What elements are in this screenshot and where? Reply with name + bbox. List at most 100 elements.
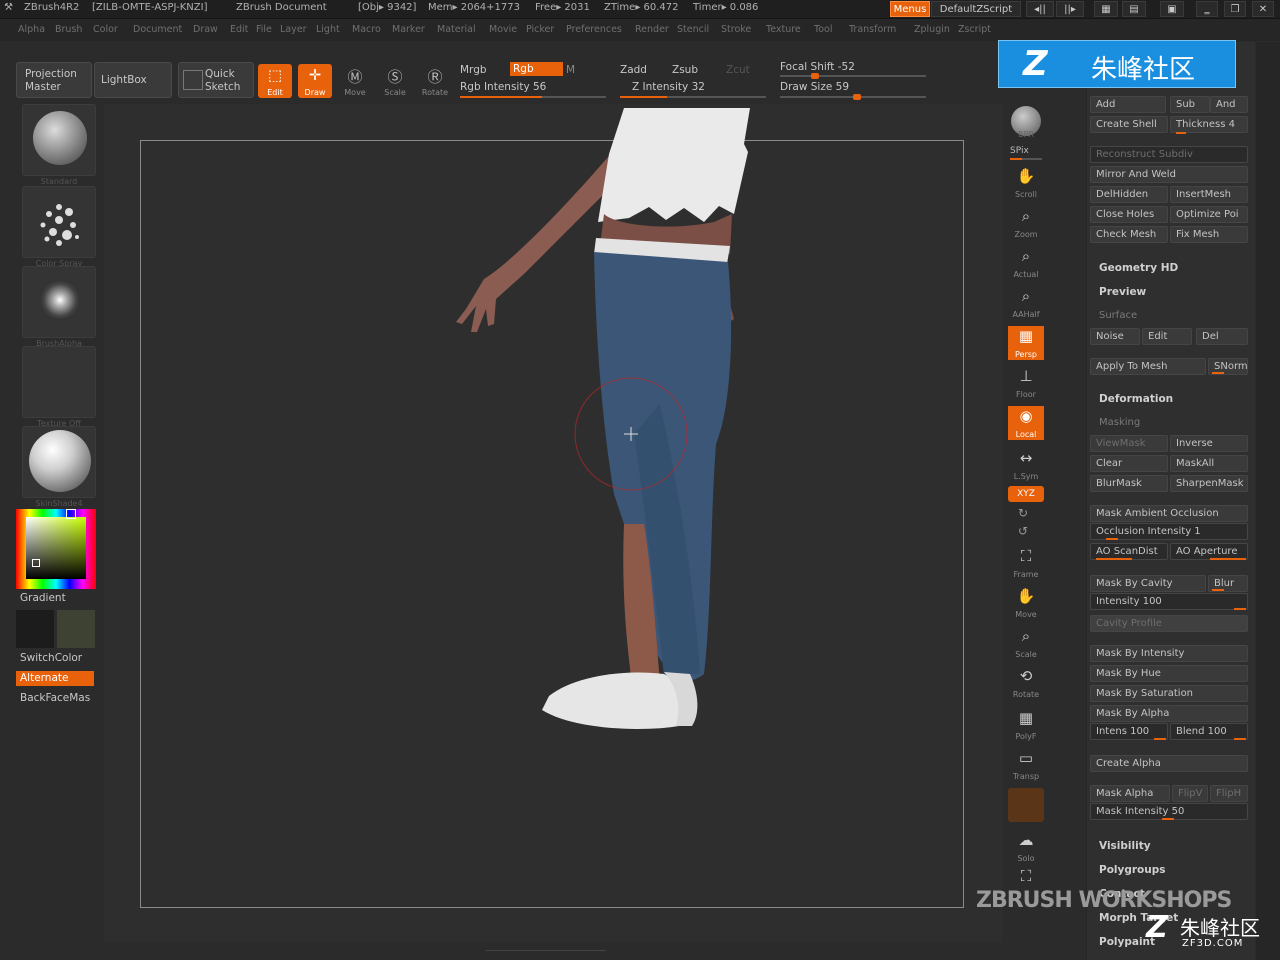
menu-picker[interactable]: Picker xyxy=(526,24,554,35)
geometry-hd-section[interactable]: Geometry HD xyxy=(1099,262,1178,274)
solo-button[interactable]: ☁ Solo xyxy=(1008,830,1044,864)
mask-by-hue-button[interactable]: Mask By Hue xyxy=(1090,665,1248,682)
menu-layer[interactable]: Layer xyxy=(280,24,307,35)
menu-alpha[interactable]: Alpha xyxy=(18,24,45,35)
menus-button[interactable]: Menus xyxy=(890,1,930,17)
switchcolor-button[interactable]: SwitchColor xyxy=(20,652,82,664)
polygroups-section[interactable]: Polygroups xyxy=(1099,864,1166,876)
transp-button[interactable]: ▭ Transp xyxy=(1008,748,1044,782)
menu-preferences[interactable]: Preferences xyxy=(566,24,622,35)
noise-edit-button[interactable]: Edit xyxy=(1142,328,1192,345)
material-thumbnail[interactable]: SkinShade4 xyxy=(22,426,96,508)
thickness-slider[interactable]: Thickness 4 xyxy=(1170,116,1248,133)
focal-shift-slider[interactable] xyxy=(780,73,926,79)
alternate-button[interactable]: Alternate xyxy=(16,671,94,686)
reconstruct-subdiv-button[interactable]: Reconstruct Subdiv xyxy=(1090,146,1248,163)
fix-mesh-button[interactable]: Fix Mesh xyxy=(1170,226,1248,243)
preview-section[interactable]: Preview xyxy=(1099,286,1146,298)
sub-button[interactable]: Sub xyxy=(1170,96,1210,113)
stroke-thumbnail[interactable]: Color Spray xyxy=(22,186,96,268)
menu-color[interactable]: Color xyxy=(93,24,118,35)
restore-icon[interactable]: ❐ xyxy=(1224,1,1246,17)
mask-alpha-button[interactable]: Mask Alpha xyxy=(1090,785,1170,802)
mask-by-alpha-button[interactable]: Mask By Alpha xyxy=(1090,705,1248,722)
maskall-button[interactable]: MaskAll xyxy=(1170,455,1248,472)
insertmesh-button[interactable]: InsertMesh xyxy=(1170,186,1248,203)
zcut-button[interactable]: Zcut xyxy=(726,64,750,76)
close-holes-button[interactable]: Close Holes xyxy=(1090,206,1168,223)
texture-thumbnail[interactable]: Texture Off xyxy=(22,346,96,428)
secondary-color-marker[interactable] xyxy=(32,559,40,567)
draw-size-knob[interactable] xyxy=(853,94,862,100)
menu-draw[interactable]: Draw xyxy=(193,24,218,35)
move-button[interactable]: Ⓜ Move xyxy=(338,64,372,98)
mirror-and-weld-button[interactable]: Mirror And Weld xyxy=(1090,166,1248,183)
rgb-button[interactable]: Rgb xyxy=(510,62,563,76)
color-picker-marker[interactable] xyxy=(66,509,76,519)
create-shell-button[interactable]: Create Shell xyxy=(1090,116,1168,133)
ghost-button[interactable] xyxy=(1008,788,1044,822)
menu-movie[interactable]: Movie xyxy=(489,24,517,35)
floor-button[interactable]: ⊥ Floor xyxy=(1008,366,1044,400)
rotate-z-icon[interactable]: ↺ xyxy=(1018,524,1028,538)
menu-light[interactable]: Light xyxy=(316,24,340,35)
flip-v-button[interactable]: FlipV xyxy=(1172,785,1208,802)
scale-view-button[interactable]: ⌕ Scale xyxy=(1008,626,1044,660)
menu-stroke[interactable]: Stroke xyxy=(721,24,751,35)
zadd-button[interactable]: Zadd xyxy=(620,64,647,76)
focal-shift-knob[interactable] xyxy=(811,73,820,79)
default-zscript-button[interactable]: DefaultZScript xyxy=(931,1,1021,17)
color-picker-hue-ring[interactable] xyxy=(16,509,96,589)
menu-marker[interactable]: Marker xyxy=(392,24,425,35)
rgb-intensity-slider[interactable] xyxy=(460,96,606,98)
and-button[interactable]: And xyxy=(1210,96,1248,113)
lightbox-button[interactable]: LightBox xyxy=(94,62,172,98)
surface-section[interactable]: Surface xyxy=(1099,310,1137,321)
canvas-scroll-handle[interactable] xyxy=(486,950,606,957)
layout-icon[interactable]: ▦ xyxy=(1094,1,1118,17)
menu-render[interactable]: Render xyxy=(635,24,669,35)
visibility-section[interactable]: Visibility xyxy=(1099,840,1151,852)
deformation-section[interactable]: Deformation xyxy=(1099,393,1173,405)
secondary-color-swatch[interactable] xyxy=(57,610,95,648)
prev-icon[interactable]: ◂|| xyxy=(1026,1,1054,17)
scale-button[interactable]: Ⓢ Scale xyxy=(378,64,412,98)
viewmask-button[interactable]: ViewMask xyxy=(1090,435,1168,452)
menu-file[interactable]: File xyxy=(256,24,272,35)
add-button[interactable]: Add xyxy=(1090,96,1166,113)
apply-to-mesh-button[interactable]: Apply To Mesh xyxy=(1090,358,1206,375)
masking-section[interactable]: Masking xyxy=(1099,417,1140,428)
bpr-button[interactable]: BPR xyxy=(1008,106,1044,140)
move-view-button[interactable]: ✋ Move xyxy=(1008,586,1044,620)
menu-zplugin[interactable]: Zplugin xyxy=(914,24,950,35)
frame-button[interactable]: ⛶ Frame xyxy=(1008,546,1044,580)
mask-by-intensity-button[interactable]: Mask By Intensity xyxy=(1090,645,1248,662)
zoom-button[interactable]: ⌕ Zoom xyxy=(1008,206,1044,240)
menu-transform[interactable]: Transform xyxy=(849,24,896,35)
sharpenmask-button[interactable]: SharpenMask xyxy=(1170,475,1248,492)
create-alpha-button[interactable]: Create Alpha xyxy=(1090,755,1248,772)
minimize-icon[interactable]: ‗ xyxy=(1196,1,1218,17)
zbrush-logo-icon[interactable]: ⚒ xyxy=(4,2,13,13)
projection-master-button[interactable]: Projection Master xyxy=(16,62,92,98)
scroll-button[interactable]: ✋ Scroll xyxy=(1008,166,1044,200)
ui-icon[interactable]: ▤ xyxy=(1122,1,1146,17)
noise-button[interactable]: Noise xyxy=(1090,328,1140,345)
menu-texture[interactable]: Texture xyxy=(766,24,801,35)
inverse-button[interactable]: Inverse xyxy=(1170,435,1248,452)
check-mesh-button[interactable]: Check Mesh xyxy=(1090,226,1168,243)
lock-icon[interactable]: ▣ xyxy=(1160,1,1184,17)
noise-del-button[interactable]: Del xyxy=(1196,328,1248,345)
gradient-label[interactable]: Gradient xyxy=(20,592,66,604)
menu-macro[interactable]: Macro xyxy=(352,24,381,35)
rotate-button[interactable]: Ⓡ Rotate xyxy=(418,64,452,98)
polyf-button[interactable]: ▦ PolyF xyxy=(1008,708,1044,742)
xyz-button[interactable]: XYZ xyxy=(1008,486,1044,502)
rotate-view-button[interactable]: ⟲ Rotate xyxy=(1008,666,1044,700)
aahalf-button[interactable]: ⌕ AAHalf xyxy=(1008,286,1044,320)
color-picker-square[interactable] xyxy=(26,517,86,579)
right-tray-edge[interactable] xyxy=(1256,42,1280,960)
cavity-intensity-slider[interactable]: Intensity 100 xyxy=(1090,593,1248,610)
menu-tool[interactable]: Tool xyxy=(814,24,832,35)
menu-brush[interactable]: Brush xyxy=(55,24,82,35)
